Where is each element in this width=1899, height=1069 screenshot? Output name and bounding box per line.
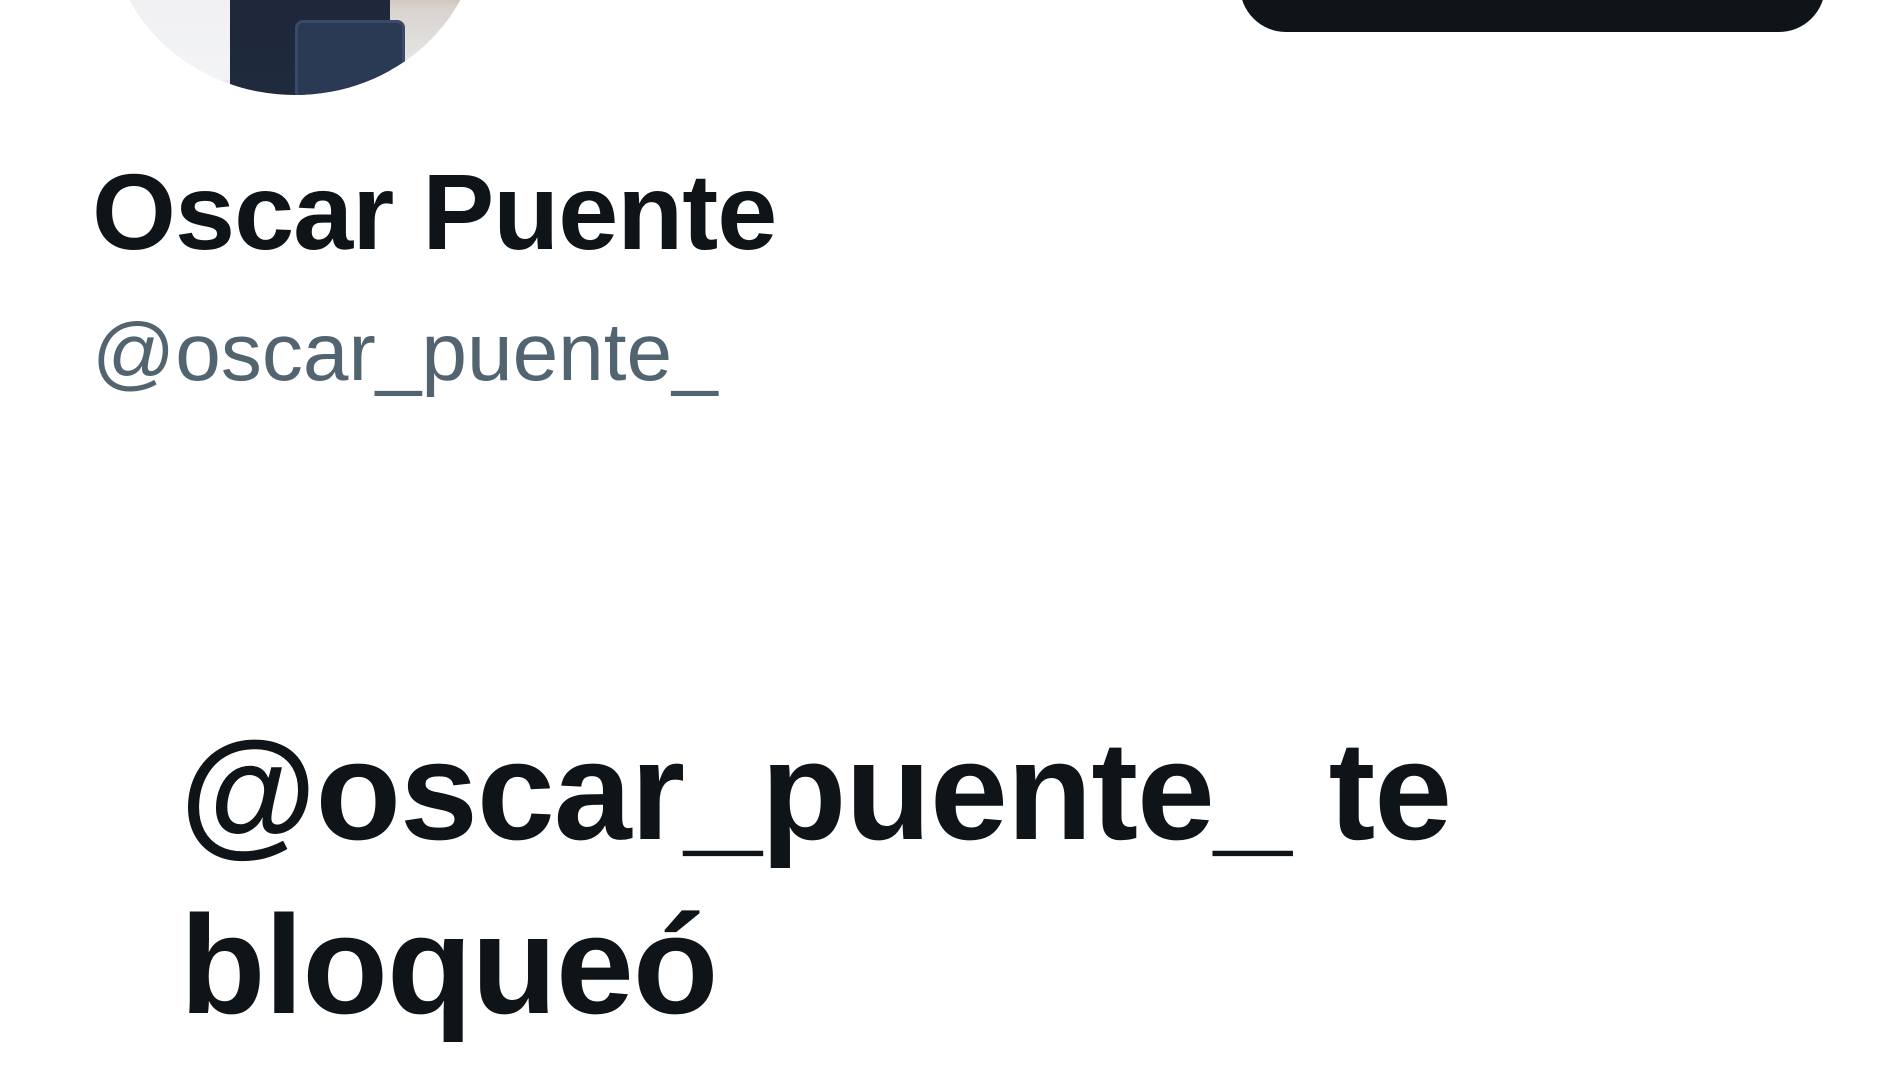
profile-handle: @oscar_puente_ bbox=[92, 307, 718, 398]
blocked-message: @oscar_puente_ te bloqueó bbox=[180, 712, 1452, 1043]
avatar-photo-background bbox=[130, 0, 230, 80]
profile-name: Oscar Puente bbox=[92, 151, 777, 272]
avatar-photo-briefcase bbox=[295, 20, 405, 95]
profile-avatar[interactable] bbox=[110, 0, 480, 95]
profile-action-button[interactable] bbox=[1240, 0, 1825, 32]
